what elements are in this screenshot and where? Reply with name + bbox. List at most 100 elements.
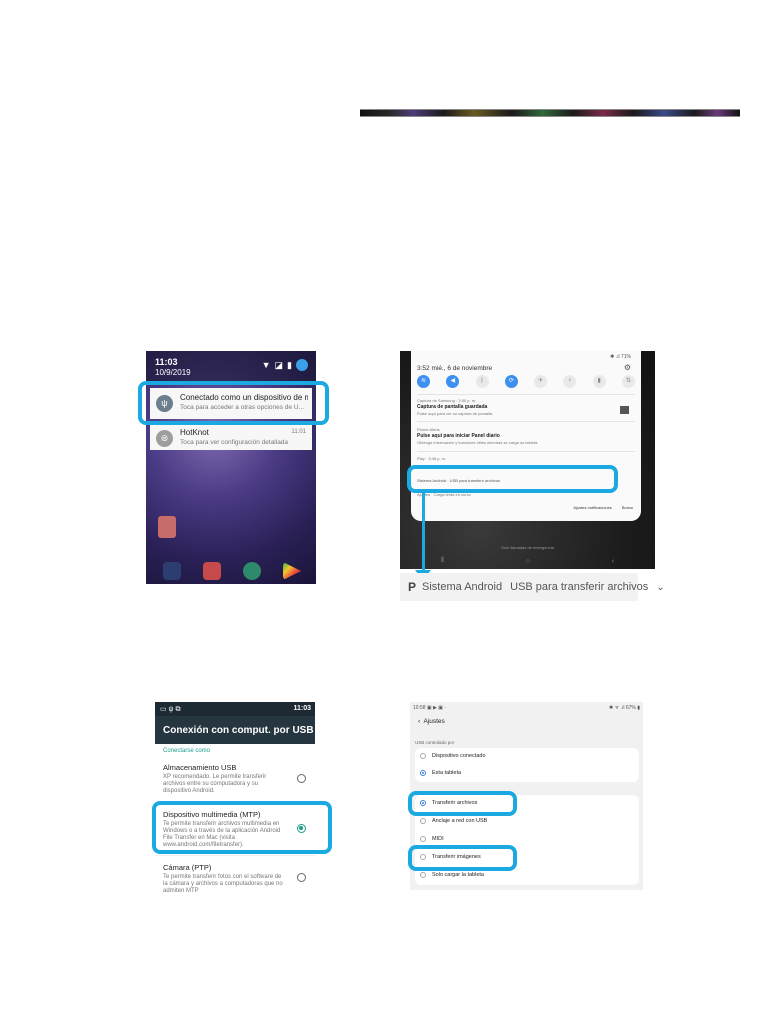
notification-title[interactable]: Pulse aquí para iniciar Panel diario — [417, 433, 500, 439]
option-charge-only[interactable]: Solo cargar la tableta — [420, 872, 484, 878]
option-mtp[interactable]: Dispositivo multimedia (MTP) Te permite … — [163, 810, 303, 849]
notification-subtitle: Toca para acceder a otras opciones de U.… — [180, 404, 304, 411]
status-right: ✱ .ıl 71% — [610, 354, 631, 360]
option-label: MIDI — [432, 836, 444, 842]
option-description: Te permite transferir archivos multimedi… — [163, 821, 281, 848]
radio[interactable] — [420, 753, 426, 759]
back-icon[interactable]: ‹ — [612, 558, 614, 565]
radio[interactable] — [420, 836, 426, 842]
option-ptp[interactable]: Cámara (PTP) Te permite transferir fotos… — [163, 863, 303, 895]
status-bar: ▭ ψ ⧉ 11:03 — [155, 702, 315, 716]
sync-toggle-icon[interactable]: ⇅ — [621, 375, 635, 388]
group-label: USB controlado por — [415, 740, 455, 745]
option-this-tablet[interactable]: Esta tableta — [420, 770, 461, 776]
zoomed-usb-notification[interactable]: P Sistema Android USB para transferir ar… — [400, 573, 665, 601]
zoom-app-name: Sistema Android — [422, 581, 503, 593]
dock-app-icon[interactable] — [243, 562, 261, 580]
status-bar: 10:58 ▣ ▶ ▣ · ✱ ᯤ .ıl 67% ▮ — [410, 702, 643, 714]
callout-arrow — [422, 490, 425, 576]
sound-toggle-icon[interactable]: ◀ — [446, 375, 460, 388]
section-header: Conectarse como — [163, 748, 211, 754]
divider — [417, 394, 635, 395]
radio[interactable] — [420, 770, 426, 776]
notification-app: Play · 3:48 p. m. — [417, 456, 447, 461]
status-date: 10/9/2019 — [155, 368, 191, 377]
rotation-toggle-icon[interactable]: ⟳ — [504, 375, 518, 388]
battery-icon: ▮ — [287, 359, 292, 370]
option-usb-tethering[interactable]: Anclaje a red con USB — [420, 818, 487, 824]
home-icon[interactable]: ○ — [526, 558, 530, 565]
status-icons-left: ▭ ψ ⧉ — [160, 706, 181, 713]
wifi-toggle-icon[interactable]: ≋ — [417, 375, 430, 388]
flashlight-toggle-icon[interactable]: ♆ — [563, 375, 577, 388]
notification-time: 11:01 — [291, 429, 306, 435]
chevron-left-icon: ‹ — [418, 718, 421, 725]
divider — [417, 421, 635, 422]
battery-toggle-icon[interactable]: ▮ — [592, 375, 606, 388]
system-icons: ▼ ◪ ▮ — [262, 359, 308, 371]
signal-icon: ◪ — [274, 359, 284, 370]
option-description: XP recomendado. Le permite transferir ar… — [163, 774, 267, 794]
notification-title[interactable]: Captura de pantalla guardada — [417, 404, 487, 410]
radio[interactable] — [420, 872, 426, 878]
panel-datetime: 3:52 mié., 6 de noviembre — [417, 365, 493, 372]
chevron-down-icon[interactable]: ⌄ — [656, 582, 664, 593]
airplane-toggle-icon[interactable]: ✈ — [534, 375, 548, 388]
notification-app: Captura de Samsung · 3:50 p. m. — [417, 398, 477, 403]
status-bar: 11:03 10/9/2019 ▼ ◪ ▮ — [146, 351, 316, 384]
option-transfer-files[interactable]: Transferir archivos — [420, 800, 477, 806]
option-connected-device[interactable]: Dispositivo conectado — [420, 753, 486, 759]
dock-app-icon[interactable] — [163, 562, 181, 580]
avatar[interactable] — [296, 359, 308, 371]
status-time: 11:03 — [155, 357, 178, 367]
notification-usb[interactable]: ψ Conectado como un dispositivo de m... … — [150, 388, 312, 419]
status-time: 11:03 — [293, 705, 311, 712]
notification-app: Ajustes · Carga lenta en curso — [417, 492, 471, 497]
option-label: Transferir imágenes — [432, 854, 481, 860]
android-system-icon: P — [408, 580, 417, 594]
samsung-usb-settings-screenshot: 10:58 ▣ ▶ ▣ · ✱ ᯤ .ıl 67% ▮ ‹ Ajustes US… — [410, 702, 643, 890]
option-label: Anclaje a red con USB — [432, 818, 488, 824]
radio[interactable] — [420, 800, 426, 806]
notification-hotknot[interactable]: ⊜ HotKnot Toca para ver configuración de… — [150, 423, 312, 450]
back-label: Ajustes — [423, 718, 445, 725]
recents-icon[interactable]: ⦀ — [441, 557, 444, 565]
back-button[interactable]: ‹ Ajustes — [418, 718, 445, 725]
zoom-notification-text: USB para transferir archivos — [510, 581, 649, 593]
notification-title: HotKnot — [180, 428, 209, 437]
radio[interactable] — [420, 854, 426, 860]
usb-connection-settings-screenshot: ▭ ψ ⧉ 11:03 Conexión con comput. por USB… — [155, 702, 315, 902]
option-title: Dispositivo multimedia (MTP) — [163, 810, 261, 819]
radio-usb-storage[interactable] — [297, 774, 306, 783]
option-usb-storage[interactable]: Almacenamiento USB XP recomendado. Le pe… — [163, 763, 303, 795]
notification-subtitle: Toca para ver configuración detallada — [180, 439, 289, 446]
notification-usb-entry[interactable]: Sistema Android · USB para transferir ar… — [417, 478, 500, 483]
option-label: Transferir archivos — [432, 800, 478, 806]
hotknot-icon: ⊜ — [156, 430, 173, 447]
dock-app-icon[interactable] — [203, 562, 221, 580]
radio-ptp[interactable] — [297, 873, 306, 882]
notification-title: Conectado como un dispositivo de m... — [180, 393, 308, 402]
bluetooth-toggle-icon[interactable]: ᛒ — [475, 375, 489, 388]
emergency-text: Solo llamadas de emergencia — [501, 545, 554, 550]
status-left: 10:58 ▣ ▶ ▣ · — [413, 705, 447, 711]
radio-mtp[interactable] — [297, 824, 306, 833]
option-label: Dispositivo conectado — [432, 753, 486, 759]
option-transfer-images[interactable]: Transferir imágenes — [420, 854, 481, 860]
screenshot-thumbnail — [620, 406, 629, 414]
status-right: ✱ ᯤ .ıl 67% ▮ — [609, 705, 640, 711]
usb-icon: ψ — [156, 395, 173, 412]
clear-button[interactable]: Borrar — [622, 505, 633, 510]
quick-toggles: ≋ ◀ ᛒ ⟳ ✈ ♆ ▮ ⇅ — [417, 375, 635, 388]
panel-buttons: Ajustes notificaciones Borrar — [573, 505, 633, 510]
option-midi[interactable]: MIDI — [420, 836, 444, 842]
radio[interactable] — [420, 818, 426, 824]
gear-icon[interactable]: ⚙ — [624, 363, 631, 372]
app-shortcut-icon[interactable] — [158, 516, 176, 538]
wifi-icon: ▼ — [261, 360, 271, 370]
navigation-bar: ⦀ ○ ‹ — [400, 553, 655, 569]
notification-settings-button[interactable]: Ajustes notificaciones — [573, 505, 611, 510]
option-title: Almacenamiento USB — [163, 763, 237, 772]
divider — [155, 802, 315, 803]
play-store-icon[interactable] — [283, 562, 301, 580]
